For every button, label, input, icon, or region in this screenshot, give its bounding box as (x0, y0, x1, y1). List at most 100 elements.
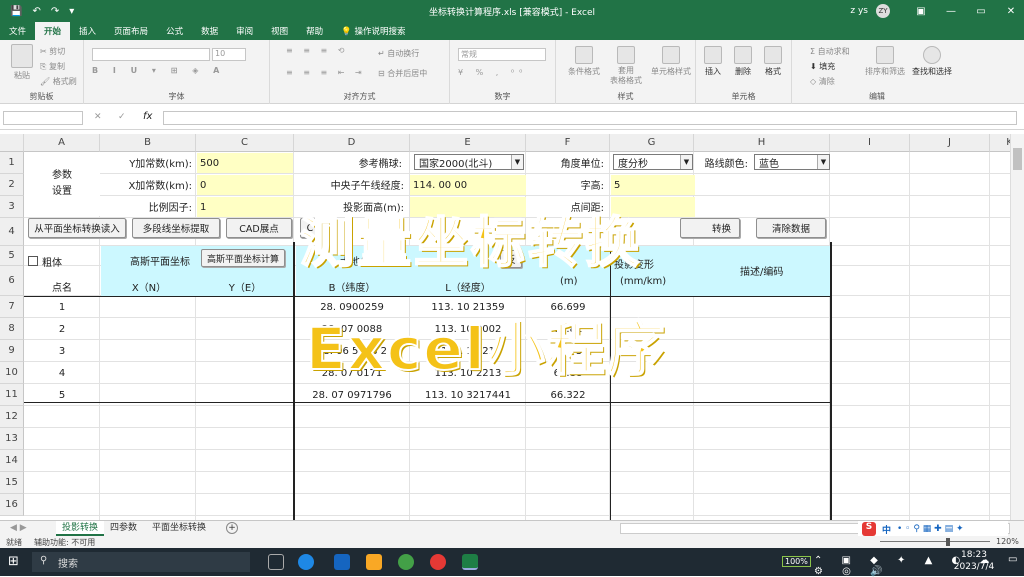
formula-input[interactable] (163, 111, 1017, 125)
customize-icon[interactable]: ▾ (69, 6, 74, 17)
row-header-13[interactable]: 13 (0, 428, 24, 450)
cut-button[interactable]: ✂ 剪切 (40, 46, 65, 57)
point-name-cell[interactable]: 3 (24, 340, 100, 362)
fill-button[interactable]: ⬇ 填充 (810, 61, 835, 72)
row-header-16[interactable]: 16 (0, 494, 24, 516)
conditional-format-button[interactable]: 条件格式 (564, 46, 604, 77)
add-sheet-button[interactable]: + (226, 522, 238, 534)
app-icon[interactable] (334, 554, 350, 570)
angle-unit-dropdown[interactable]: 度分秒 ▼ (613, 154, 693, 170)
clock-date[interactable]: 2023/7/4 (944, 562, 1004, 572)
battery-indicator[interactable]: 100% (782, 556, 811, 567)
name-box[interactable] (3, 111, 83, 125)
sogou-icon[interactable]: S (862, 522, 876, 536)
tab-file[interactable]: 文件 (0, 25, 35, 40)
sheet-tab-four-param[interactable]: 四参数 (104, 521, 143, 536)
cell-style-button[interactable]: 单元格样式 (648, 46, 694, 77)
accessibility-status[interactable]: 辅助功能: 不可用 (34, 537, 95, 548)
windows-start-icon[interactable]: ⊞ (8, 554, 19, 569)
column-header-e[interactable]: E (410, 134, 526, 152)
sheet-tab-plane[interactable]: 平面坐标转换 (146, 521, 212, 536)
paste-button[interactable]: 粘贴 (2, 44, 42, 81)
row-header-3[interactable]: 3 (0, 196, 24, 218)
column-header-f[interactable]: F (526, 134, 610, 152)
row-header-14[interactable]: 14 (0, 450, 24, 472)
row-header-6[interactable]: 6 (0, 266, 24, 296)
tab-formulas[interactable]: 公式 (157, 25, 192, 40)
polyline-extract-button[interactable]: 多段线坐标提取 (132, 218, 220, 238)
row-header-8[interactable]: 8 (0, 318, 24, 340)
wechat-icon[interactable] (398, 554, 414, 570)
column-header-k[interactable]: K (990, 134, 1010, 152)
column-header-i[interactable]: I (830, 134, 910, 152)
row-header-1[interactable]: 1 (0, 152, 24, 174)
row-header-2[interactable]: 2 (0, 174, 24, 196)
copy-button[interactable]: ⎘ 复制 (40, 61, 65, 72)
scroll-thumb[interactable] (1013, 148, 1022, 170)
redo-icon[interactable]: ↷ (51, 6, 59, 17)
font-height-input[interactable]: 5 (611, 175, 695, 195)
ellipsoid-dropdown[interactable]: 国家2000(北斗) ▼ (414, 154, 524, 170)
table-format-button[interactable]: 套用 表格格式 (606, 46, 646, 86)
minimize-button[interactable]: — (938, 6, 964, 17)
cad-points-button[interactable]: CAD展点 (226, 218, 292, 238)
align-top-buttons[interactable]: ≡ ≡ ≡ ⟲ (286, 46, 348, 55)
delete-cells-button[interactable]: 删除 (728, 46, 758, 77)
tab-insert[interactable]: 插入 (70, 25, 105, 40)
excel-icon[interactable] (462, 554, 478, 570)
clear-button[interactable]: ◇ 清除 (810, 76, 835, 87)
autosum-button[interactable]: Σ 自动求和 (810, 46, 850, 57)
font-family-combo[interactable] (92, 48, 210, 61)
column-header-h[interactable]: H (694, 134, 830, 152)
notification-icon[interactable]: ▭ (1008, 554, 1017, 565)
column-header-j[interactable]: J (910, 134, 990, 152)
enter-icon[interactable]: ✓ (118, 112, 126, 122)
column-header-b[interactable]: B (100, 134, 196, 152)
save-icon[interactable]: 💾 (10, 6, 22, 17)
align-buttons[interactable]: ≡ ≡ ≡ ⇤ ⇥ (286, 68, 366, 77)
user-name[interactable]: z ys (850, 6, 868, 16)
font-size-combo[interactable]: 10 (212, 48, 246, 61)
sheet-tab-projection[interactable]: 投影转换 (56, 521, 105, 536)
sort-filter-button[interactable]: 排序和筛选 (862, 46, 908, 77)
number-format-combo[interactable]: 常规 (458, 48, 546, 61)
font-style-buttons[interactable]: B I U ▾ ⊞ ◈ A (92, 66, 225, 75)
vertical-scrollbar[interactable] (1010, 134, 1024, 520)
ime-tools-icon[interactable]: • ◦ ⚲ ▦ ✚ ▤ ✦ (897, 524, 963, 534)
x-const-input[interactable]: 0 (197, 175, 293, 195)
wrap-text-button[interactable]: ↵ 自动换行 (378, 48, 419, 59)
tab-view[interactable]: 视图 (262, 25, 297, 40)
read-plane-button[interactable]: 从平面坐标转换读入 (28, 218, 126, 238)
undo-icon[interactable]: ↶ (32, 6, 40, 17)
close-button[interactable]: ✕ (998, 6, 1024, 17)
ime-mode[interactable]: 中 (882, 523, 891, 536)
zoom-slider-thumb[interactable] (946, 538, 950, 546)
find-select-button[interactable]: 查找和选择 (908, 46, 956, 77)
row-header-5[interactable]: 5 (0, 246, 24, 266)
zoom-level[interactable]: 120% (996, 537, 1019, 546)
merge-center-button[interactable]: ⊟ 合并后居中 (378, 68, 427, 79)
tab-help[interactable]: 帮助 (297, 25, 332, 40)
column-header-d[interactable]: D (294, 134, 410, 152)
scroll-left-icon[interactable]: ◀ ▶ (4, 521, 33, 536)
point-name-cell[interactable]: 2 (24, 318, 100, 340)
bold-checkbox[interactable]: 粗体 (28, 252, 98, 270)
point-name-cell[interactable]: 4 (24, 362, 100, 384)
tab-home[interactable]: 开始 (35, 22, 71, 40)
clear-data-button[interactable]: 清除数据 (756, 218, 826, 238)
select-all-corner[interactable] (0, 134, 24, 152)
tab-review[interactable]: 审阅 (227, 25, 262, 40)
route-color-dropdown[interactable]: 蓝色 ▼ (754, 154, 830, 170)
insert-cells-button[interactable]: 插入 (698, 46, 728, 77)
taskbar-search[interactable]: ⚲ 搜索 (32, 552, 250, 572)
task-view-icon[interactable] (268, 554, 284, 570)
y-const-input[interactable]: 500 (197, 153, 293, 173)
worksheet-grid[interactable]: ABCDEFGHIJK 1 2 3 4 5 6 7 8 9 10 11 12 13 14 15 16 参数 设… (0, 134, 1010, 520)
edge-icon[interactable] (298, 554, 314, 570)
gauss-calc-button[interactable]: 高斯平面坐标计算 (201, 249, 285, 267)
convert-button[interactable]: 转换 (680, 218, 740, 238)
row-header-10[interactable]: 10 (0, 362, 24, 384)
ime-toolbar[interactable]: S 中 • ◦ ⚲ ▦ ✚ ▤ ✦ (858, 521, 1008, 537)
row-header-12[interactable]: 12 (0, 406, 24, 428)
column-header-g[interactable]: G (610, 134, 694, 152)
